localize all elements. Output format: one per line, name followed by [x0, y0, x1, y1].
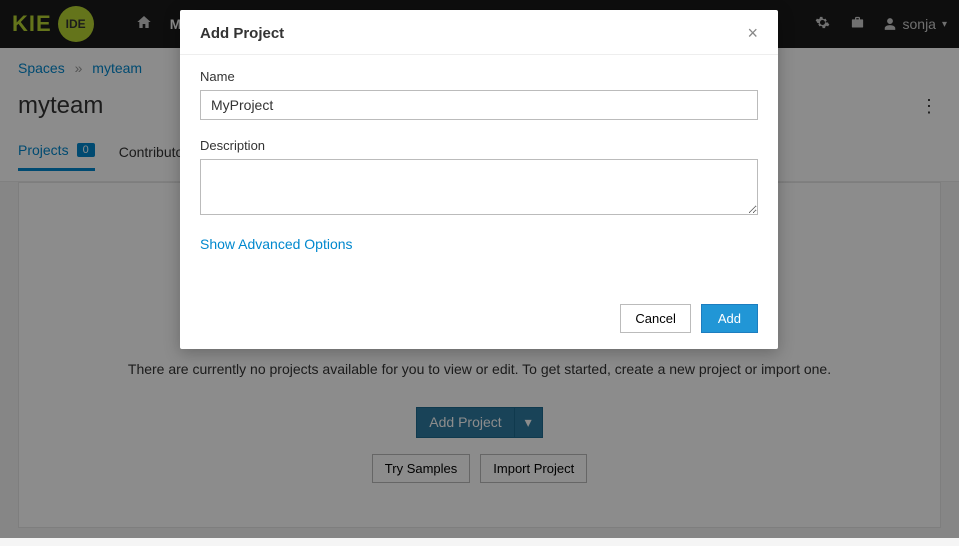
- cancel-button[interactable]: Cancel: [620, 304, 690, 333]
- add-button[interactable]: Add: [701, 304, 758, 333]
- description-input[interactable]: [200, 159, 758, 215]
- show-advanced-link[interactable]: Show Advanced Options: [200, 236, 758, 252]
- add-project-modal: Add Project × Name Description Show Adva…: [180, 10, 778, 349]
- close-icon[interactable]: ×: [747, 24, 758, 42]
- name-label: Name: [200, 69, 758, 84]
- modal-title: Add Project: [200, 25, 747, 42]
- description-label: Description: [200, 138, 758, 153]
- name-input[interactable]: [200, 90, 758, 120]
